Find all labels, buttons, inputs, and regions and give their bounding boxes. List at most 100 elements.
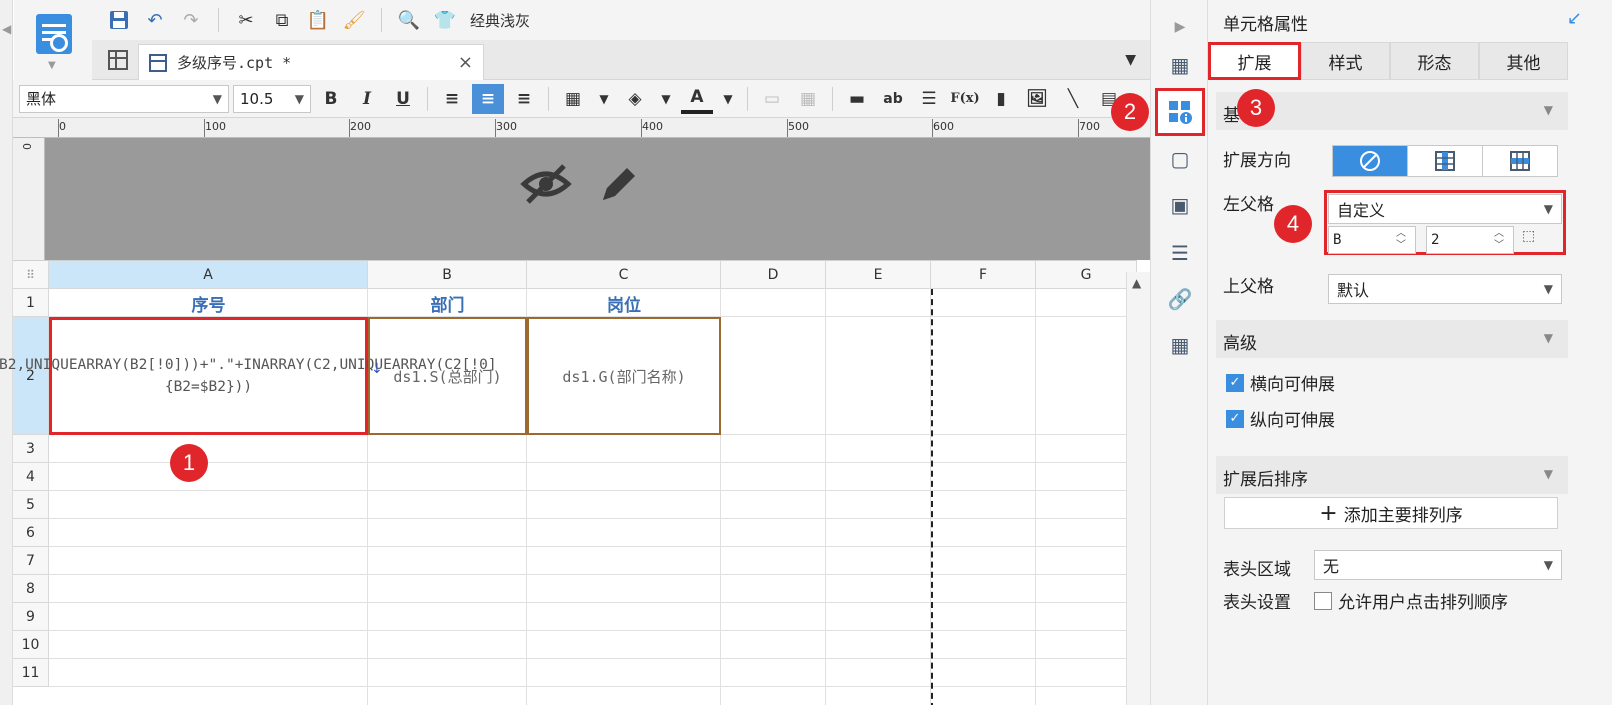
no-expand-option[interactable] [1333,146,1408,176]
column-header-d[interactable]: D [721,261,826,289]
rich-text-icon[interactable]: ☰ [913,84,945,114]
font-size-select[interactable]: 10.5 ▼ [233,84,311,113]
row-header-7[interactable]: 7 [13,547,49,575]
chevron-up-icon[interactable]: ▲ [1132,276,1141,290]
file-tab[interactable]: 多级序号.cpt * × [138,44,484,80]
cell-attributes-icon[interactable] [1167,99,1193,125]
column-header-a[interactable]: A [49,261,368,289]
chart-icon[interactable]: ▮ [985,84,1017,114]
cell-a1[interactable]: 序号 [49,289,368,317]
align-left-icon[interactable]: ≡ [436,84,468,114]
row-header-9[interactable]: 9 [13,603,49,631]
merge-cells-icon[interactable]: ▭ [756,84,788,114]
horizontal-expandable-row[interactable]: ✓ 横向可伸展 [1226,370,1335,395]
preview-search-icon[interactable]: 🔍 [394,5,424,35]
cell-b1[interactable]: 部门 [368,289,527,317]
row-header-6[interactable]: 6 [13,519,49,547]
cut-icon[interactable]: ✂ [231,5,261,35]
copy-icon[interactable]: ⧉ [267,5,297,35]
redo-icon[interactable]: ↷ [176,5,206,35]
slash-icon[interactable]: ╲ [1057,84,1089,114]
chevron-left-icon[interactable]: ◀ [2,22,11,36]
bold-button[interactable]: B [315,84,347,114]
template-grid-icon[interactable] [108,50,128,70]
row-header-10[interactable]: 10 [13,631,49,659]
theme-shirt-icon[interactable]: 👕 [430,5,460,35]
tab-other[interactable]: 其他 [1479,42,1568,80]
close-icon[interactable]: × [458,52,473,73]
font-family-select[interactable]: 黑体 ▼ [19,84,229,113]
condition-icon[interactable]: ☰ [1167,240,1193,266]
dock-arrow-icon[interactable]: ↙ [1567,8,1582,29]
column-header-e[interactable]: E [826,261,931,289]
cell-a2[interactable]: =INARRAY(B2,UNIQUEARRAY(B2[!0]))+"."+INA… [0,317,497,435]
app-logo[interactable]: ▼ [14,0,92,80]
insert-bar-icon[interactable]: ▬ [841,84,873,114]
tab-form[interactable]: 形态 [1390,42,1479,80]
column-header-f[interactable]: F [931,261,1036,289]
row-header-1[interactable]: 1 [13,289,49,317]
widget-icon[interactable]: ▣ [1167,192,1193,218]
chevron-down-icon[interactable]: ▼ [1544,467,1553,481]
font-color-icon[interactable]: A [681,84,713,114]
row-header-4[interactable]: 4 [13,463,49,491]
vertical-expandable-row[interactable]: ✓ 纵向可伸展 [1226,406,1335,431]
paste-icon[interactable]: 📋 [303,5,333,35]
column-header-g[interactable]: G [1036,261,1137,289]
tab-list-dropdown-icon[interactable]: ▼ [1125,52,1136,68]
image-icon[interactable]: 🖼 [1021,84,1053,114]
left-parent-column-input[interactable]: B ︿ ﹀ [1328,226,1416,254]
hide-eye-icon[interactable] [520,164,572,204]
add-primary-sort-button[interactable]: + 添加主要排列序 [1224,497,1558,529]
stepper-arrows-icon[interactable]: ︿ ﹀ [1389,228,1413,252]
format-painter-icon[interactable]: 🖌 [339,5,369,35]
split-cells-icon[interactable]: ▦ [792,84,824,114]
header-area-select[interactable]: 无 ▼ [1314,550,1562,580]
template-attr-icon[interactable]: ▦ [1167,52,1193,78]
column-header-b[interactable]: B [368,261,527,289]
left-parent-row-input[interactable]: 2 ︿ ﹀ [1426,226,1514,254]
horizontal-expand-option[interactable] [1483,146,1557,176]
cell-picker-icon[interactable]: ⬚ [1522,228,1550,252]
allow-user-sort-checkbox[interactable] [1314,591,1332,610]
align-right-icon[interactable]: ≡ [508,84,540,114]
chevron-down-icon[interactable]: ▼ [593,84,615,114]
row-header-11[interactable]: 11 [13,659,49,687]
spreadsheet[interactable]: ⠿ A B C D E F G 1 2 3 4 5 6 7 8 9 10 11 … [0,260,1137,705]
page-header-area[interactable] [45,138,1150,260]
chevron-down-icon[interactable]: ▼ [1544,331,1553,345]
column-header-c[interactable]: C [527,261,721,289]
italic-button[interactable]: I [351,84,383,114]
cell-c1[interactable]: 岗位 [527,289,721,317]
chevron-right-icon[interactable]: ▶ [1167,14,1193,40]
cell-element-icon[interactable]: ▢ [1167,146,1193,172]
row-header-5[interactable]: 5 [13,491,49,519]
hyperlink-icon[interactable]: 🔗 [1167,286,1193,312]
row-header-3[interactable]: 3 [13,435,49,463]
chevron-down-icon[interactable]: ▼ [1544,103,1553,117]
stepper-arrows-icon[interactable]: ︿ ﹀ [1487,228,1511,252]
select-all-corner[interactable]: ⠿ [13,261,49,289]
cell-c2[interactable]: ds1.G(部门名称) [527,317,721,435]
chevron-down-icon[interactable]: ▼ [655,84,677,114]
allow-user-sort-row[interactable]: 允许用户点击排列顺序 [1314,588,1508,613]
upper-parent-select[interactable]: 默认 ▼ [1328,274,1562,304]
align-center-icon[interactable]: ≡ [472,83,504,114]
theme-button-label[interactable]: 经典浅灰 [470,10,530,31]
template-grid-icon[interactable]: ▦ [1167,332,1193,358]
vertical-expandable-checkbox[interactable]: ✓ [1226,409,1244,428]
border-icon[interactable]: ▦ [557,84,589,114]
chevron-down-icon[interactable]: ▼ [48,60,56,71]
tab-expand[interactable]: 扩展 [1208,42,1301,80]
save-icon[interactable] [104,5,134,35]
underline-button[interactable]: U [387,84,419,114]
undo-icon[interactable]: ↶ [140,5,170,35]
horizontal-expandable-checkbox[interactable]: ✓ [1226,373,1244,392]
edit-pencil-icon[interactable] [595,162,641,208]
text-icon[interactable]: ab [877,84,909,114]
chevron-down-icon[interactable]: ▼ [717,84,739,114]
left-parent-select[interactable]: 自定义 ▼ [1328,194,1562,224]
left-collapse-strip[interactable]: ◀ [0,0,13,705]
vertical-scrollbar[interactable]: ▲ [1126,272,1150,705]
cell-b2[interactable]: ds1.S(总部门) [368,317,527,435]
